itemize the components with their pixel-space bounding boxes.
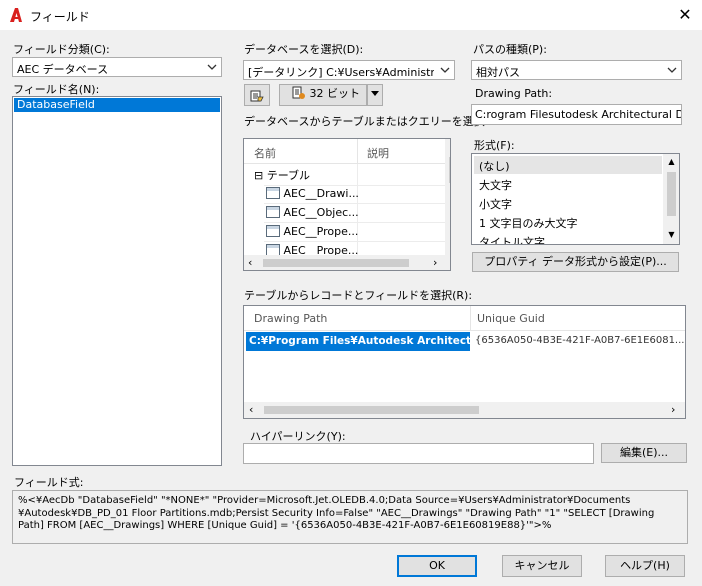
help-button[interactable]: ヘルプ(H) <box>605 555 685 577</box>
chevron-down-icon <box>440 67 450 73</box>
category-label: フィールド分類(C): <box>13 43 110 56</box>
tree-root-label: テーブル <box>266 169 311 182</box>
window-title: フィールド <box>30 10 90 24</box>
formula-field[interactable]: %<¥AecDb "DatabaseField" "*NONE*" "Provi… <box>12 490 688 544</box>
close-icon[interactable]: ✕ <box>676 6 694 24</box>
formula-label: フィールド式: <box>14 476 84 489</box>
table-icon <box>266 206 280 218</box>
tree-item[interactable]: AEC__Objec... <box>266 206 359 219</box>
category-value: AEC データベース <box>17 63 109 76</box>
bit-button-label: 32 ビット <box>309 87 361 100</box>
title-bar <box>0 0 702 30</box>
table-tree-header: 名前 説明 <box>244 139 445 164</box>
cancel-button[interactable]: キャンセル <box>502 555 582 577</box>
database-label: データベースを選択(D): <box>244 43 364 56</box>
horizontal-scrollbar[interactable]: ‹ › <box>244 255 450 270</box>
format-label: 形式(F): <box>474 139 515 152</box>
category-combo[interactable]: AEC データベース <box>12 57 222 77</box>
formula-line: ¥Autodesk¥DB_PD_01 Floor Partitions.mdb;… <box>18 507 655 519</box>
caret-down-icon <box>371 91 379 96</box>
table-select-label: データベースからテーブルまたはクエリーを選択 <box>244 115 485 128</box>
collapse-icon[interactable]: ⊟ <box>254 169 263 182</box>
drawing-path-label: Drawing Path: <box>475 87 553 100</box>
scroll-right-icon[interactable]: › <box>433 256 437 269</box>
formula-line: %<¥AecDb "DatabaseField" "*NONE*" "Provi… <box>18 495 631 506</box>
column-header-description[interactable]: 説明 <box>367 145 389 161</box>
path-type-label: パスの種類(P): <box>473 43 547 56</box>
records-grid[interactable]: Drawing Path Unique Guid C:¥Program File… <box>243 305 686 419</box>
bit-dropdown-button[interactable] <box>367 84 383 106</box>
table-icon <box>266 187 280 199</box>
horizontal-scrollbar[interactable]: ‹ › <box>244 402 685 418</box>
edit-hyperlink-button[interactable]: 編集(E)... <box>601 443 687 463</box>
browse-database-button[interactable] <box>244 84 270 106</box>
column-header-name[interactable]: 名前 <box>254 145 276 161</box>
scroll-up-icon[interactable]: ▲ <box>663 157 679 166</box>
scrollbar-thumb[interactable] <box>264 406 479 414</box>
record-cell-unique-guid[interactable]: {6536A050-4B3E-421F-A0B7-6E1E6081... <box>475 335 684 346</box>
table-icon <box>266 225 280 237</box>
field-name-list[interactable]: DatabaseField <box>12 96 222 466</box>
ok-button[interactable]: OK <box>397 555 477 577</box>
list-item[interactable]: 1 文字目のみ大文字 <box>479 215 578 231</box>
bit-select-button[interactable]: 32 ビット <box>279 84 367 106</box>
list-item[interactable]: (なし) <box>479 158 510 174</box>
drawing-path-value: C:rogram Filesutodesk Architectural Des <box>475 108 682 121</box>
tree-item[interactable]: AEC__Drawi... <box>266 187 359 200</box>
chevron-down-icon <box>667 67 677 73</box>
property-format-button[interactable]: プロパティ データ形式から設定(P)... <box>472 252 679 272</box>
scrollbar-thumb[interactable] <box>263 259 409 267</box>
chevron-down-icon <box>207 64 217 70</box>
database-combo[interactable]: [データリンク] C:¥Users¥Administrator <box>243 60 455 80</box>
autocad-a-icon <box>10 8 22 22</box>
scroll-down-icon[interactable]: ▼ <box>663 230 679 239</box>
drawing-path-field[interactable]: C:rogram Filesutodesk Architectural Des <box>471 104 682 125</box>
list-item[interactable]: タイトル文字 <box>479 234 545 244</box>
list-item[interactable]: DatabaseField <box>14 98 220 112</box>
scrollbar-thumb[interactable] <box>449 157 450 183</box>
records-label: テーブルからレコードとフィールドを選択(R): <box>244 289 473 302</box>
table-tree[interactable]: 名前 説明 ⊟ テーブル AEC__Drawi... AEC__Objec...… <box>243 138 451 271</box>
formula-line: Path] FROM [AEC__Drawings] WHERE [Unique… <box>18 520 552 531</box>
column-header-unique-guid[interactable]: Unique Guid <box>477 312 545 325</box>
vertical-scrollbar[interactable]: ▲ ▼ <box>663 154 679 244</box>
list-item[interactable]: 大文字 <box>479 177 512 193</box>
scrollbar-thumb[interactable] <box>667 172 676 216</box>
hyperlink-field[interactable] <box>243 443 594 464</box>
records-grid-header: Drawing Path Unique Guid <box>244 306 685 331</box>
vertical-scrollbar[interactable]: ▲ <box>445 139 450 255</box>
scroll-left-icon[interactable]: ‹ <box>249 403 253 416</box>
scroll-left-icon[interactable]: ‹ <box>248 256 252 269</box>
hyperlink-label: ハイパーリンク(Y): <box>250 430 346 443</box>
scroll-right-icon[interactable]: › <box>671 403 675 416</box>
column-header-drawing-path[interactable]: Drawing Path <box>254 312 327 325</box>
tree-item[interactable]: AEC__Prope... <box>266 225 358 238</box>
path-type-combo[interactable]: 相対パス <box>471 60 682 80</box>
database-folder-icon <box>250 90 264 102</box>
tree-root[interactable]: ⊟ テーブル <box>254 167 310 183</box>
database-value: [データリンク] C:¥Users¥Administrator <box>248 66 434 79</box>
field-name-label: フィールド名(N): <box>13 83 100 96</box>
list-item[interactable]: 小文字 <box>479 196 512 212</box>
record-cell-drawing-path[interactable]: C:¥Program Files¥Autodesk Architectur... <box>246 332 470 351</box>
database-32bit-icon <box>292 86 305 99</box>
path-type-value: 相対パス <box>476 66 520 79</box>
format-list[interactable]: (なし) 大文字 小文字 1 文字目のみ大文字 タイトル文字 ▲ ▼ <box>471 153 680 245</box>
scroll-up-icon[interactable]: ▲ <box>445 142 450 151</box>
